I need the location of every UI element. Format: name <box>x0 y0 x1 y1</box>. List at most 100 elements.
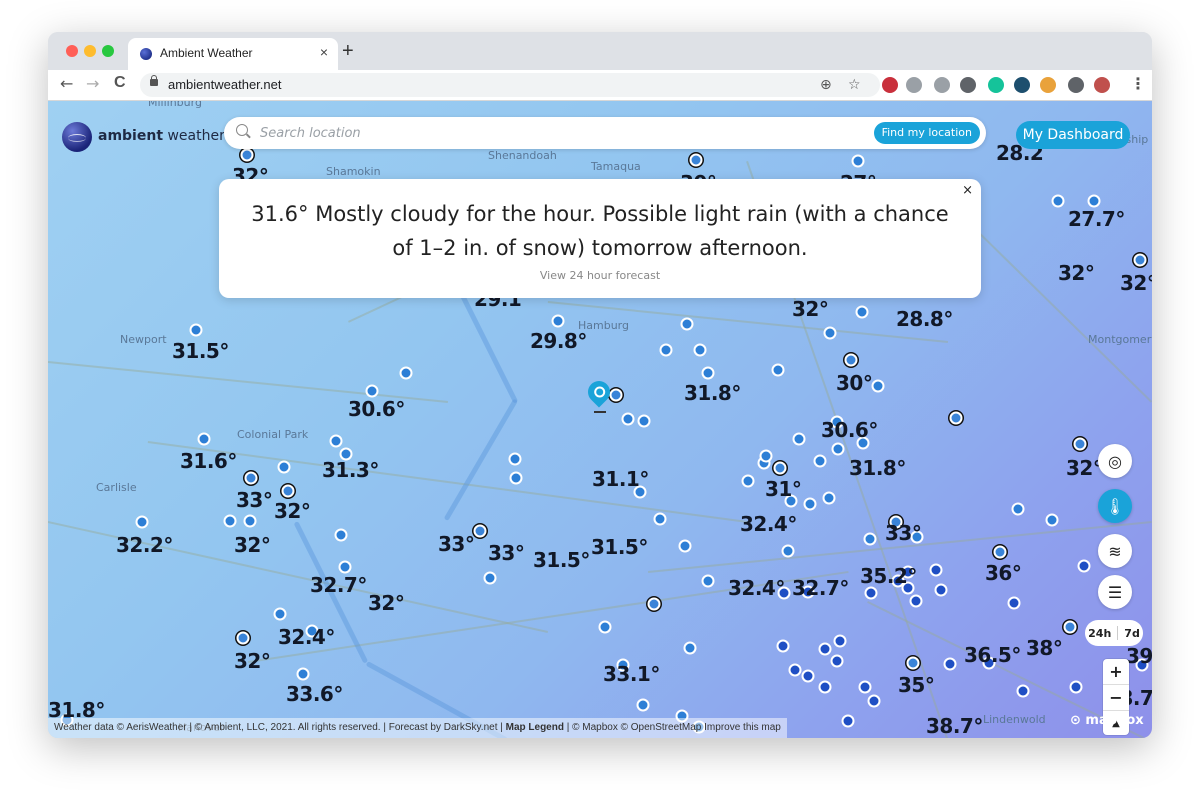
station-marker[interactable] <box>818 642 832 656</box>
temperature-label[interactable]: 33° <box>885 521 922 545</box>
mapbox-logo[interactable]: ⊙ mapbox <box>1070 713 1144 728</box>
grammarly-icon[interactable] <box>988 77 1004 93</box>
station-marker[interactable] <box>701 574 715 588</box>
station-marker[interactable] <box>833 634 847 648</box>
station-marker[interactable] <box>818 680 832 694</box>
station-marker[interactable] <box>864 586 878 600</box>
station-marker[interactable] <box>189 323 203 337</box>
station-marker[interactable] <box>855 305 869 319</box>
station-marker[interactable] <box>831 442 845 456</box>
station-marker[interactable] <box>399 366 413 380</box>
station-marker-highlighted[interactable] <box>244 471 258 485</box>
station-marker[interactable] <box>338 560 352 574</box>
station-marker[interactable] <box>680 317 694 331</box>
station-marker[interactable] <box>830 654 844 668</box>
temperature-layer-button[interactable]: 🌡 <box>1098 489 1132 523</box>
station-marker[interactable] <box>934 583 948 597</box>
station-marker[interactable] <box>871 379 885 393</box>
station-marker[interactable] <box>1045 513 1059 527</box>
temperature-label[interactable]: 33.6° <box>286 682 343 706</box>
star-icon[interactable]: ☆ <box>848 77 861 93</box>
temperature-label[interactable]: 39° <box>1126 644 1152 668</box>
temperature-label[interactable]: 31.5° <box>591 535 648 559</box>
station-marker[interactable] <box>659 343 673 357</box>
station-marker[interactable] <box>653 512 667 526</box>
station-marker-highlighted[interactable] <box>844 353 858 367</box>
station-marker[interactable] <box>823 326 837 340</box>
range-24h-button[interactable]: 24h <box>1088 627 1111 640</box>
temperature-label[interactable]: 32° <box>274 499 311 523</box>
station-marker[interactable] <box>678 539 692 553</box>
maximize-window-button[interactable] <box>102 45 114 57</box>
list-button[interactable]: ☰ <box>1098 575 1132 609</box>
temperature-label[interactable]: 33° <box>488 541 525 565</box>
station-marker[interactable] <box>867 694 881 708</box>
station-marker[interactable] <box>483 571 497 585</box>
station-marker-highlighted[interactable] <box>236 631 250 645</box>
station-marker[interactable] <box>273 607 287 621</box>
temperature-label[interactable]: 36° <box>985 561 1022 585</box>
station-marker[interactable] <box>277 460 291 474</box>
station-marker[interactable] <box>509 471 523 485</box>
station-marker[interactable] <box>803 497 817 511</box>
temperature-label[interactable]: 32° <box>234 533 271 557</box>
station-marker[interactable] <box>1007 596 1021 610</box>
dropbox-icon[interactable] <box>906 77 922 93</box>
station-marker-highlighted[interactable] <box>609 388 623 402</box>
station-marker[interactable] <box>693 343 707 357</box>
station-marker[interactable] <box>759 449 773 463</box>
temperature-label[interactable]: 30.6° <box>348 397 405 421</box>
station-marker[interactable] <box>771 363 785 377</box>
station-marker[interactable] <box>197 432 211 446</box>
station-marker[interactable] <box>551 314 565 328</box>
temperature-label[interactable]: 33° <box>438 532 475 556</box>
range-7d-button[interactable]: 7d <box>1124 627 1140 640</box>
close-popup-icon[interactable]: × <box>962 183 973 198</box>
temperature-label[interactable]: 27.7° <box>1068 207 1125 231</box>
station-marker[interactable] <box>741 474 755 488</box>
station-marker[interactable] <box>863 532 877 546</box>
tab-close-icon[interactable]: × <box>320 44 328 60</box>
station-marker[interactable] <box>1069 680 1083 694</box>
temperature-label[interactable]: 32.4° <box>728 576 785 600</box>
station-marker[interactable] <box>781 544 795 558</box>
wind-layer-button[interactable]: ≋ <box>1098 534 1132 568</box>
temperature-label[interactable]: 31.6° <box>180 449 237 473</box>
address-bar[interactable]: ambientweather.net ⊕ ☆ <box>140 73 880 97</box>
temperature-label[interactable]: 31.5° <box>172 339 229 363</box>
station-marker-highlighted[interactable] <box>689 153 703 167</box>
station-marker-highlighted[interactable] <box>240 148 254 162</box>
temperature-label[interactable]: 32.4° <box>278 625 335 649</box>
station-marker[interactable] <box>508 452 522 466</box>
ext-badge-icon[interactable] <box>882 77 898 93</box>
station-marker[interactable] <box>701 366 715 380</box>
add-circle-icon[interactable]: ⊕ <box>820 77 832 93</box>
station-marker[interactable] <box>813 454 827 468</box>
reload-icon[interactable]: C <box>114 74 126 92</box>
station-marker[interactable] <box>636 698 650 712</box>
station-marker-highlighted[interactable] <box>1063 620 1077 634</box>
back-icon[interactable]: ← <box>60 74 73 93</box>
forward-icon[interactable]: → <box>86 74 99 93</box>
temperature-label[interactable]: 32° <box>1066 456 1103 480</box>
station-marker[interactable] <box>801 669 815 683</box>
radar-button[interactable]: ◎ <box>1098 444 1132 478</box>
zoom-in-button[interactable]: + <box>1103 659 1129 685</box>
station-marker[interactable] <box>683 641 697 655</box>
station-marker[interactable] <box>329 434 343 448</box>
temperature-label[interactable]: 32° <box>234 649 271 673</box>
game-icon[interactable] <box>1014 77 1030 93</box>
my-dashboard-button[interactable]: My Dashboard <box>1016 121 1130 149</box>
new-tab-button[interactable]: + <box>342 40 354 63</box>
temperature-label[interactable]: 32° <box>368 591 405 615</box>
temperature-label[interactable]: 38.7° <box>926 714 983 738</box>
temperature-label[interactable]: 36.5° <box>964 643 1021 667</box>
map-legend-link[interactable]: Map Legend <box>506 722 564 733</box>
close-window-button[interactable] <box>66 45 78 57</box>
power-icon[interactable] <box>934 77 950 93</box>
temperature-label[interactable]: 32.7° <box>310 573 367 597</box>
station-marker-highlighted[interactable] <box>773 461 787 475</box>
station-marker-highlighted[interactable] <box>1133 253 1147 267</box>
station-marker-highlighted[interactable] <box>949 411 963 425</box>
avatar-icon[interactable] <box>1094 77 1110 93</box>
